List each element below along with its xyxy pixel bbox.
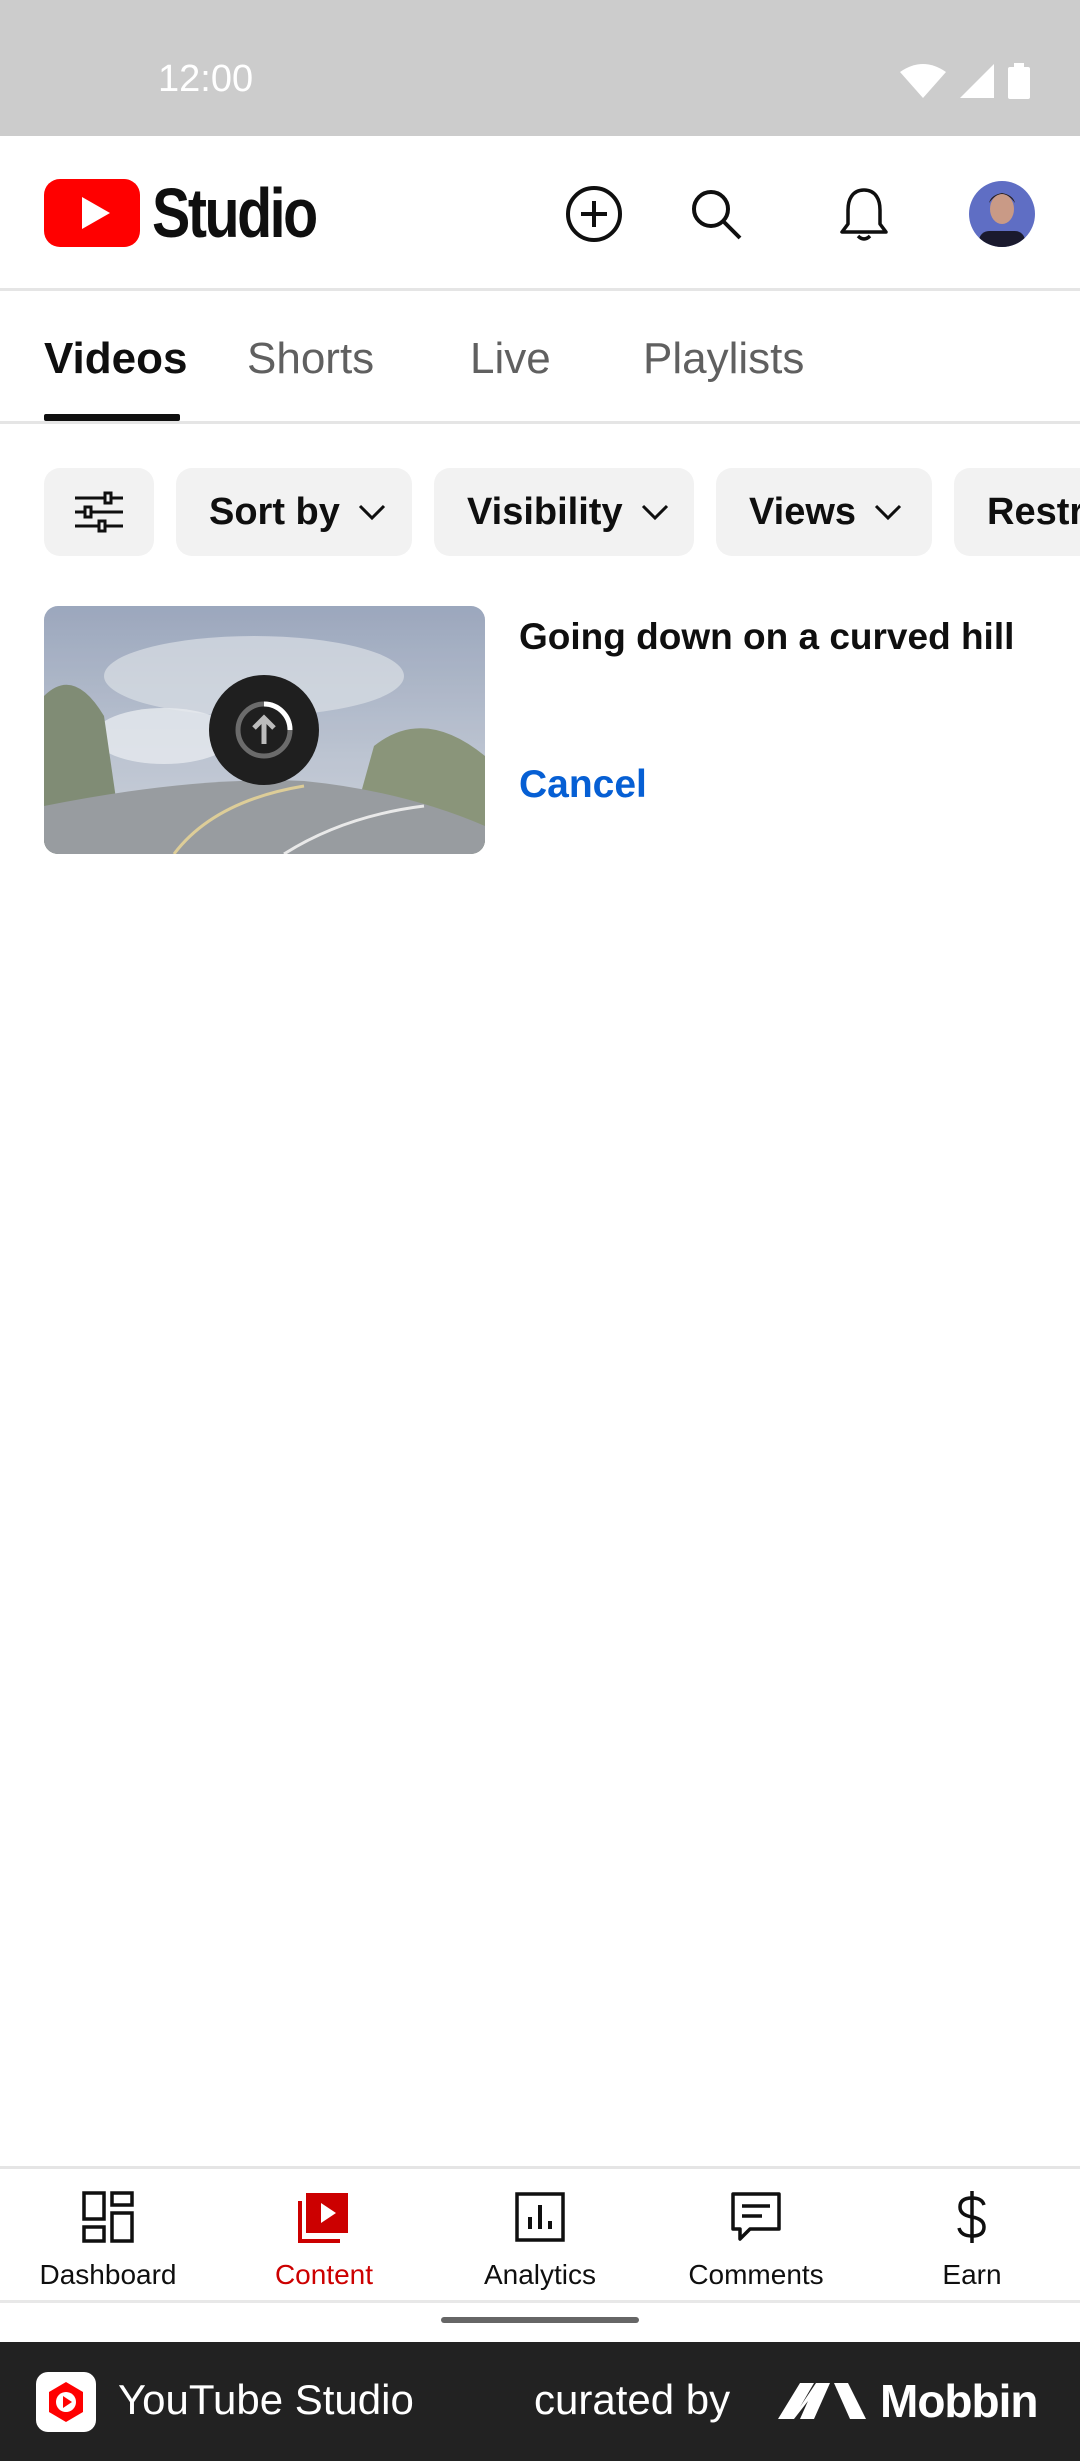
- app-header: Studio: [0, 136, 1080, 291]
- upload-progress-icon: [235, 701, 293, 759]
- restrictions-label: Restr: [987, 490, 1080, 533]
- notifications-icon: [840, 188, 888, 241]
- views-label: Views: [749, 490, 857, 533]
- youtube-play-logo-icon: [44, 179, 140, 247]
- active-tab-indicator: [44, 414, 180, 421]
- comments-icon: [731, 2192, 781, 2241]
- nav-item-earn[interactable]: Earn: [872, 2187, 1072, 2291]
- wifi-icon: [900, 64, 946, 98]
- filter-chips: Sort by Visibility Views Restr: [0, 468, 1080, 556]
- dashboard-icon: [82, 2191, 134, 2243]
- content-tabs: Videos Shorts Live Playlists: [0, 294, 1080, 424]
- status-time: 12:00: [158, 58, 254, 100]
- banner-curated-text: curated by: [534, 2376, 731, 2423]
- create-icon: [566, 186, 622, 242]
- chevron-down-icon: [641, 504, 668, 521]
- notifications-button[interactable]: [826, 176, 902, 252]
- search-button[interactable]: [678, 176, 754, 252]
- visibility-label: Visibility: [467, 490, 623, 533]
- restrictions-chip[interactable]: Restr: [954, 468, 1080, 556]
- tab-playlists[interactable]: Playlists: [643, 334, 804, 384]
- chevron-down-icon: [874, 504, 902, 521]
- sort-by-chip[interactable]: Sort by: [176, 468, 412, 556]
- youtube-studio-app-icon: [36, 2372, 96, 2432]
- mobbin-logo-icon: [778, 2383, 866, 2419]
- nav-label-analytics: Analytics: [483, 2259, 597, 2290]
- sliders-icon: [75, 491, 123, 533]
- sort-by-label: Sort by: [209, 490, 340, 533]
- nav-item-analytics[interactable]: Analytics: [440, 2187, 640, 2291]
- video-title[interactable]: Going down on a curved hill: [519, 616, 1014, 658]
- chevron-down-icon: [358, 504, 385, 521]
- cancel-upload-button[interactable]: Cancel: [519, 763, 647, 807]
- dollar-icon: [957, 2191, 986, 2243]
- tab-videos[interactable]: Videos: [44, 334, 187, 384]
- bottom-navigation: Dashboard Content Analytics Comments Ear…: [0, 2166, 1080, 2300]
- banner-app-name: YouTube Studio: [118, 2376, 414, 2423]
- nav-label-earn: Earn: [942, 2259, 1002, 2290]
- status-bar: 12:00: [0, 0, 1080, 136]
- tab-shorts[interactable]: Shorts: [247, 334, 374, 384]
- visibility-chip[interactable]: Visibility: [434, 468, 694, 556]
- cellular-signal-icon: [960, 64, 994, 98]
- views-chip[interactable]: Views: [716, 468, 932, 556]
- tab-live[interactable]: Live: [470, 334, 551, 384]
- status-icons: [900, 62, 1030, 100]
- upload-progress-badge: [209, 675, 319, 785]
- gesture-navigation-area: [0, 2300, 1080, 2342]
- avatar-image: [969, 181, 1035, 247]
- analytics-icon: [515, 2192, 565, 2242]
- video-thumbnail[interactable]: [44, 606, 485, 854]
- nav-item-dashboard[interactable]: Dashboard: [8, 2187, 208, 2291]
- filter-button[interactable]: [44, 468, 154, 556]
- logo-text: Studio: [152, 174, 318, 252]
- video-list-item[interactable]: Going down on a curved hill Cancel: [44, 606, 1044, 856]
- create-button[interactable]: [556, 176, 632, 252]
- nav-item-content[interactable]: Content: [224, 2187, 424, 2291]
- content-icon: [298, 2193, 348, 2243]
- search-icon: [692, 190, 742, 240]
- battery-icon: [1008, 63, 1030, 99]
- attribution-banner: YouTube Studio curated by Mobbin: [0, 2342, 1080, 2461]
- mobbin-logo: Mobbin: [778, 2370, 1038, 2432]
- nav-item-comments[interactable]: Comments: [656, 2187, 856, 2291]
- nav-label-content: Content: [274, 2259, 374, 2290]
- nav-label-dashboard: Dashboard: [39, 2259, 177, 2290]
- avatar[interactable]: [964, 176, 1040, 252]
- home-gesture-bar[interactable]: [441, 2317, 639, 2323]
- nav-label-comments: Comments: [688, 2259, 824, 2290]
- mobbin-brand-name: Mobbin: [880, 2375, 1038, 2427]
- youtube-studio-logo[interactable]: Studio: [44, 174, 352, 252]
